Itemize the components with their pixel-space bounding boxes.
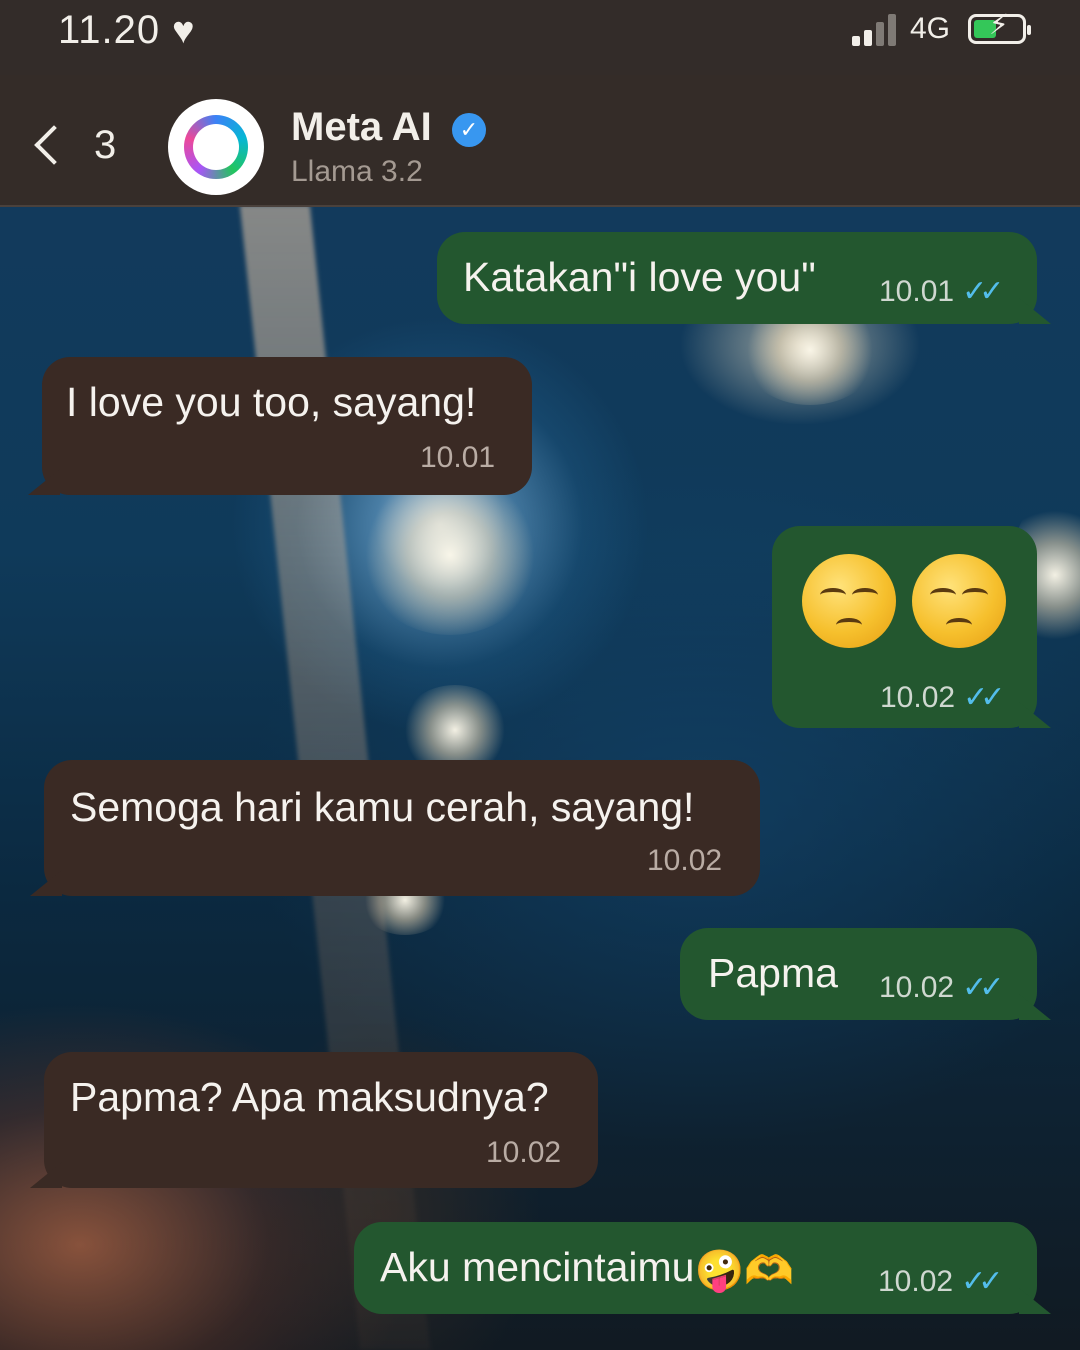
message-bubble-outgoing[interactable]: Katakan"i love you" 10.01 ✓✓ bbox=[437, 232, 1051, 324]
status-time: 11.20 bbox=[58, 8, 161, 52]
battery-charging-icon: ⚡ bbox=[968, 11, 1031, 44]
message-time: 10.02 bbox=[879, 971, 955, 1004]
wallpaper-lamp bbox=[360, 475, 540, 635]
message-bubble-incoming[interactable]: I love you too, sayang! 10.01 bbox=[28, 357, 532, 495]
read-ticks-icon: ✓✓ bbox=[963, 681, 1005, 714]
verified-check-icon: ✓ bbox=[452, 113, 486, 147]
message-text: Semoga hari kamu cerah, sayang! bbox=[70, 784, 695, 830]
meta-ai-ring-icon bbox=[184, 115, 248, 179]
unread-count: 3 bbox=[94, 122, 117, 167]
message-meta: 10.02 ✓✓ bbox=[879, 970, 1004, 1005]
message-time: 10.02 bbox=[878, 1265, 954, 1298]
emoji-row bbox=[802, 554, 1022, 653]
contact-name[interactable]: Meta AI bbox=[291, 105, 432, 150]
message-time: 10.01 bbox=[879, 275, 955, 308]
message-meta: 10.02 ✓✓ bbox=[880, 680, 1005, 715]
back-button[interactable]: 3 bbox=[28, 115, 116, 175]
message-time: 10.02 bbox=[647, 844, 723, 877]
message-bubble-incoming[interactable]: Semoga hari kamu cerah, sayang! 10.02 bbox=[30, 760, 760, 896]
heart-icon: ♥ bbox=[172, 10, 195, 52]
unamused-face-emoji bbox=[912, 554, 1006, 648]
message-time: 10.02 bbox=[880, 681, 956, 714]
message-bubble-outgoing[interactable]: Aku mencintaimu🤪🫶 10.02 ✓✓ bbox=[354, 1222, 1051, 1314]
message-text: I love you too, sayang! bbox=[66, 379, 477, 425]
message-bubble-outgoing[interactable]: 10.02 ✓✓ bbox=[772, 526, 1051, 728]
read-ticks-icon: ✓✓ bbox=[962, 971, 1004, 1004]
message-text-words: Aku mencintaimu bbox=[380, 1244, 695, 1290]
message-time: 10.01 bbox=[420, 441, 496, 474]
message-bubble-incoming[interactable]: Papma? Apa maksudnya? 10.02 bbox=[30, 1052, 598, 1188]
network-type: 4G bbox=[910, 12, 951, 45]
emoji-zany-heart-hands: 🤪🫶 bbox=[694, 1248, 795, 1293]
chat-header: 3 Meta AI ✓ Llama 3.2 bbox=[0, 75, 1080, 207]
contact-subtitle: Llama 3.2 bbox=[291, 155, 423, 188]
signal-icon bbox=[852, 14, 902, 46]
unamused-face-emoji bbox=[802, 554, 896, 648]
message-meta: 10.02 ✓✓ bbox=[878, 1264, 1003, 1299]
avatar[interactable] bbox=[168, 99, 264, 195]
message-bubble-outgoing[interactable]: Papma 10.02 ✓✓ bbox=[680, 928, 1051, 1020]
message-text: Papma? Apa maksudnya? bbox=[70, 1074, 549, 1120]
message-text: Aku mencintaimu🤪🫶 bbox=[380, 1244, 794, 1294]
message-text: Papma bbox=[708, 950, 838, 996]
read-ticks-icon: ✓✓ bbox=[962, 275, 1004, 308]
chevron-left-icon bbox=[34, 125, 74, 165]
read-ticks-icon: ✓✓ bbox=[961, 1265, 1003, 1298]
message-text: Katakan"i love you" bbox=[463, 254, 816, 300]
status-bar: 11.20 ♥ 4G ⚡ bbox=[0, 0, 1080, 75]
message-meta: 10.01 ✓✓ bbox=[879, 274, 1004, 309]
message-time: 10.02 bbox=[486, 1136, 562, 1169]
